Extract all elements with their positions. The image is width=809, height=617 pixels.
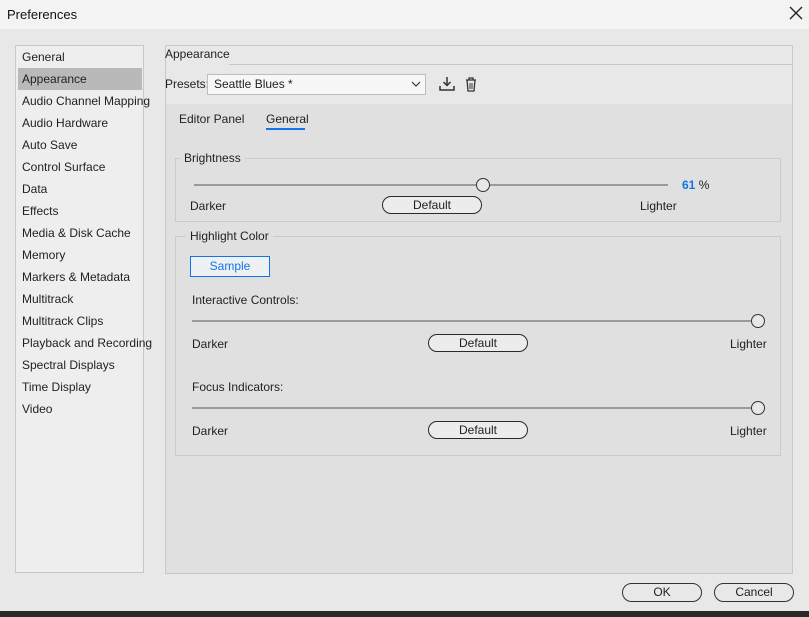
brightness-value[interactable]: 61 — [682, 178, 695, 192]
interactive-lighter-label: Lighter — [730, 337, 767, 351]
window-title: Preferences — [7, 7, 78, 22]
sidebar-item-multitrack-clips[interactable]: Multitrack Clips — [18, 310, 142, 332]
highlight-sample-button[interactable]: Sample — [190, 256, 270, 277]
category-list: General Appearance Audio Channel Mapping Au… — [15, 45, 152, 573]
highlight-color-title: Highlight Color — [186, 229, 273, 243]
sidebar-item-multitrack[interactable]: Multitrack — [18, 288, 142, 310]
sidebar-item-media-and-disk-cache[interactable]: Media & Disk Cache — [18, 222, 142, 244]
close-icon[interactable] — [787, 4, 805, 22]
download-icon[interactable] — [438, 75, 456, 93]
brightness-default-button[interactable]: Default — [382, 196, 482, 214]
brightness-title: Brightness — [180, 151, 245, 165]
cancel-button[interactable]: Cancel — [714, 583, 794, 602]
interactive-controls-slider-thumb[interactable] — [751, 314, 765, 328]
sidebar-item-effects[interactable]: Effects — [18, 200, 142, 222]
sidebar-item-video[interactable]: Video — [18, 398, 142, 420]
tab-editor-panel[interactable]: Editor Panel — [179, 112, 244, 126]
sidebar-item-markers-and-metadata[interactable]: Markers & Metadata — [18, 266, 142, 288]
sidebar-item-general[interactable]: General — [18, 46, 142, 68]
sidebar-item-control-surface[interactable]: Control Surface — [18, 156, 142, 178]
divider — [229, 64, 793, 65]
sidebar-item-audio-channel-mapping[interactable]: Audio Channel Mapping — [18, 90, 150, 112]
brightness-darker-label: Darker — [190, 199, 227, 213]
sidebar-item-appearance[interactable]: Appearance — [18, 68, 142, 90]
sidebar-item-memory[interactable]: Memory — [18, 244, 142, 266]
chevron-down-icon — [411, 81, 421, 87]
focus-darker-label: Darker — [192, 424, 229, 438]
section-title: Appearance — [165, 47, 230, 61]
sidebar-item-auto-save[interactable]: Auto Save — [18, 134, 142, 156]
interactive-darker-label: Darker — [192, 337, 229, 351]
focus-indicators-label: Focus Indicators: — [192, 380, 284, 394]
brightness-unit: % — [698, 178, 710, 192]
sidebar-item-playback-and-recording[interactable]: Playback and Recording — [18, 332, 152, 354]
trash-icon[interactable] — [462, 75, 480, 93]
interactive-default-button[interactable]: Default — [428, 334, 528, 352]
sidebar-item-data[interactable]: Data — [18, 178, 142, 200]
focus-lighter-label: Lighter — [730, 424, 767, 438]
sidebar-item-spectral-displays[interactable]: Spectral Displays — [18, 354, 142, 376]
brightness-slider-track[interactable] — [194, 184, 668, 186]
title-bar — [0, 0, 809, 29]
focus-default-button[interactable]: Default — [428, 421, 528, 439]
brightness-lighter-label: Lighter — [640, 199, 677, 213]
interactive-controls-label: Interactive Controls: — [192, 293, 299, 307]
presets-label: Presets: — [165, 77, 210, 91]
brightness-readout[interactable]: 61 % — [682, 178, 709, 192]
presets-value: Seattle Blues * — [214, 77, 293, 91]
interactive-controls-slider-track[interactable] — [192, 320, 758, 322]
background-app-strip — [0, 611, 809, 617]
tab-general[interactable]: General — [266, 112, 309, 126]
active-tab-indicator — [266, 128, 305, 130]
presets-dropdown[interactable]: Seattle Blues * — [207, 74, 426, 95]
sidebar-item-time-display[interactable]: Time Display — [18, 376, 142, 398]
focus-indicators-slider-track[interactable] — [192, 407, 758, 409]
ok-button[interactable]: OK — [622, 583, 702, 602]
sidebar-item-audio-hardware[interactable]: Audio Hardware — [18, 112, 142, 134]
focus-indicators-slider-thumb[interactable] — [751, 401, 765, 415]
